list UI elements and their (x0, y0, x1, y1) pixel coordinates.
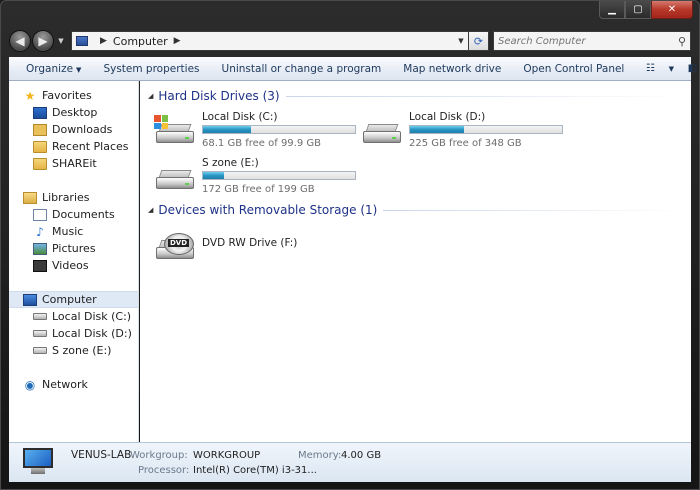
star-icon: ★ (24, 88, 36, 103)
view-options-dropdown-icon[interactable]: ▼ (665, 60, 677, 78)
forward-button[interactable]: ▶ (32, 30, 54, 52)
drive-usage-fill (203, 172, 224, 179)
drive-free-space: 68.1 GB free of 99.9 GB (202, 138, 321, 149)
collapse-icon[interactable]: ◢ (148, 92, 153, 100)
minimize-button[interactable]: ▁ (599, 1, 625, 19)
breadcrumb-separator-icon[interactable]: ▶ (100, 36, 107, 46)
drive-item-s-zone-e[interactable]: S zone (E:) 172 GB free of 199 GB (150, 157, 356, 197)
address-dropdown-icon[interactable]: ▼ (454, 37, 468, 45)
hard-drive-icon (33, 330, 47, 337)
breadcrumb-computer[interactable]: Computer (113, 35, 168, 48)
sidebar-item-documents[interactable]: Documents (9, 206, 138, 223)
group-header-hard-disk-drives[interactable]: ◢ Hard Disk Drives (3) (148, 87, 683, 105)
sidebar-item-downloads[interactable]: Downloads (9, 121, 138, 138)
drive-free-space: 225 GB free of 348 GB (409, 138, 522, 149)
change-view-icon[interactable]: ☷ (639, 60, 661, 78)
memory-label: Memory: (298, 450, 342, 461)
sidebar-item-computer[interactable]: Computer (9, 291, 138, 308)
recent-places-icon (33, 140, 47, 153)
refresh-button[interactable]: ⟳ (469, 31, 489, 51)
recent-pages-dropdown[interactable]: ▼ (55, 30, 67, 52)
workgroup-label: Workgroup: (130, 450, 188, 461)
drive-usage-fill (410, 126, 464, 133)
address-bar[interactable]: ▶ Computer ▶ ▼ (71, 31, 469, 51)
close-button[interactable]: ✕ (651, 1, 693, 19)
windows-logo-icon (154, 115, 168, 129)
sidebar-item-music[interactable]: ♪ Music (9, 223, 138, 240)
breadcrumb-separator-icon[interactable]: ▶ (174, 36, 181, 46)
sidebar-item-s-zone-e[interactable]: S zone (E:) (9, 342, 138, 359)
dvd-drive-icon: DVD (156, 233, 194, 259)
drive-usage-bar (409, 125, 563, 134)
sidebar-item-local-disk-d[interactable]: Local Disk (D:) (9, 325, 138, 342)
computer-name: VENUS-LAB (71, 449, 132, 461)
network-icon: ◉ (24, 377, 36, 392)
uninstall-program-button[interactable]: Uninstall or change a program (211, 63, 393, 75)
sidebar-item-videos[interactable]: Videos (9, 257, 138, 274)
computer-icon (23, 293, 37, 306)
workgroup-value: WORKGROUP (193, 450, 261, 461)
maximize-button[interactable]: ▢ (625, 1, 651, 19)
open-control-panel-button[interactable]: Open Control Panel (512, 63, 635, 75)
command-bar: Organize ▼ System properties Uninstall or… (9, 57, 697, 81)
computer-icon (76, 36, 88, 46)
map-network-drive-button[interactable]: Map network drive (392, 63, 512, 75)
processor-value: Intel(R) Core(TM) i3-31... (193, 465, 317, 476)
hard-drive-icon (33, 313, 47, 320)
explorer-window: ▁ ▢ ✕ ◀ ▶ ▼ ▶ Computer ▶ ▼ ⟳ ⚲ Organize▼… (0, 0, 700, 490)
content-pane: ◢ Hard Disk Drives (3) Local Disk (C:) 6… (140, 81, 691, 442)
sidebar-item-libraries[interactable]: Libraries (9, 189, 138, 206)
sidebar-item-network[interactable]: ◉ Network (9, 376, 138, 393)
drive-name: S zone (E:) (202, 157, 259, 169)
drive-free-space: 172 GB free of 199 GB (202, 184, 315, 195)
memory-value: 4.00 GB (341, 450, 382, 461)
navigation-pane: ★ Favorites Desktop Downloads Recent Plac… (9, 81, 139, 442)
hard-drive-icon (156, 163, 194, 189)
sidebar-item-pictures[interactable]: Pictures (9, 240, 138, 257)
navigation-bar: ◀ ▶ ▼ ▶ Computer ▶ ▼ ⟳ ⚲ (9, 29, 691, 53)
system-properties-button[interactable]: System properties (92, 63, 210, 75)
computer-monitor-icon (21, 448, 55, 476)
documents-icon (33, 208, 47, 221)
hard-drive-icon (33, 347, 47, 354)
hard-drive-icon (363, 117, 401, 143)
music-icon: ♪ (36, 224, 44, 239)
search-input[interactable] (498, 35, 678, 47)
sidebar-item-recent-places[interactable]: Recent Places (9, 138, 138, 155)
organize-button[interactable]: Organize ▼ (15, 63, 92, 75)
search-box[interactable]: ⚲ (493, 31, 691, 51)
drive-usage-bar (202, 171, 356, 180)
desktop-icon (33, 106, 47, 119)
drive-usage-fill (203, 126, 252, 133)
caption-buttons: ▁ ▢ ✕ (599, 1, 693, 20)
drive-name: DVD RW Drive (F:) (202, 237, 298, 249)
group-header-removable-storage[interactable]: ◢ Devices with Removable Storage (1) (148, 201, 683, 219)
sidebar-item-local-disk-c[interactable]: Local Disk (C:) (9, 308, 138, 325)
sidebar-item-favorites[interactable]: ★ Favorites (9, 87, 138, 104)
processor-label: Processor: (138, 465, 190, 476)
drive-name: Local Disk (D:) (409, 111, 486, 123)
videos-icon (33, 259, 47, 272)
drive-usage-bar (202, 125, 356, 134)
drive-item-local-disk-d[interactable]: Local Disk (D:) 225 GB free of 348 GB (357, 111, 563, 151)
drive-name: Local Disk (C:) (202, 111, 278, 123)
libraries-icon (23, 191, 37, 204)
pictures-icon (33, 242, 47, 255)
search-icon[interactable]: ⚲ (678, 35, 686, 48)
sidebar-item-desktop[interactable]: Desktop (9, 104, 138, 121)
drive-item-dvd-rw-f[interactable]: DVD DVD RW Drive (F:) (150, 227, 350, 267)
sidebar-item-shareit[interactable]: SHAREit (9, 155, 138, 172)
system-drive-icon (154, 115, 194, 143)
details-pane: VENUS-LAB Workgroup: WORKGROUP Memory: 4… (9, 442, 691, 482)
folder-icon (33, 157, 47, 170)
back-button[interactable]: ◀ (9, 30, 31, 52)
preview-pane-icon[interactable]: ◧ (681, 60, 699, 78)
collapse-icon[interactable]: ◢ (148, 206, 153, 214)
downloads-folder-icon (33, 123, 47, 136)
drive-item-local-disk-c[interactable]: Local Disk (C:) 68.1 GB free of 99.9 GB (150, 111, 356, 151)
